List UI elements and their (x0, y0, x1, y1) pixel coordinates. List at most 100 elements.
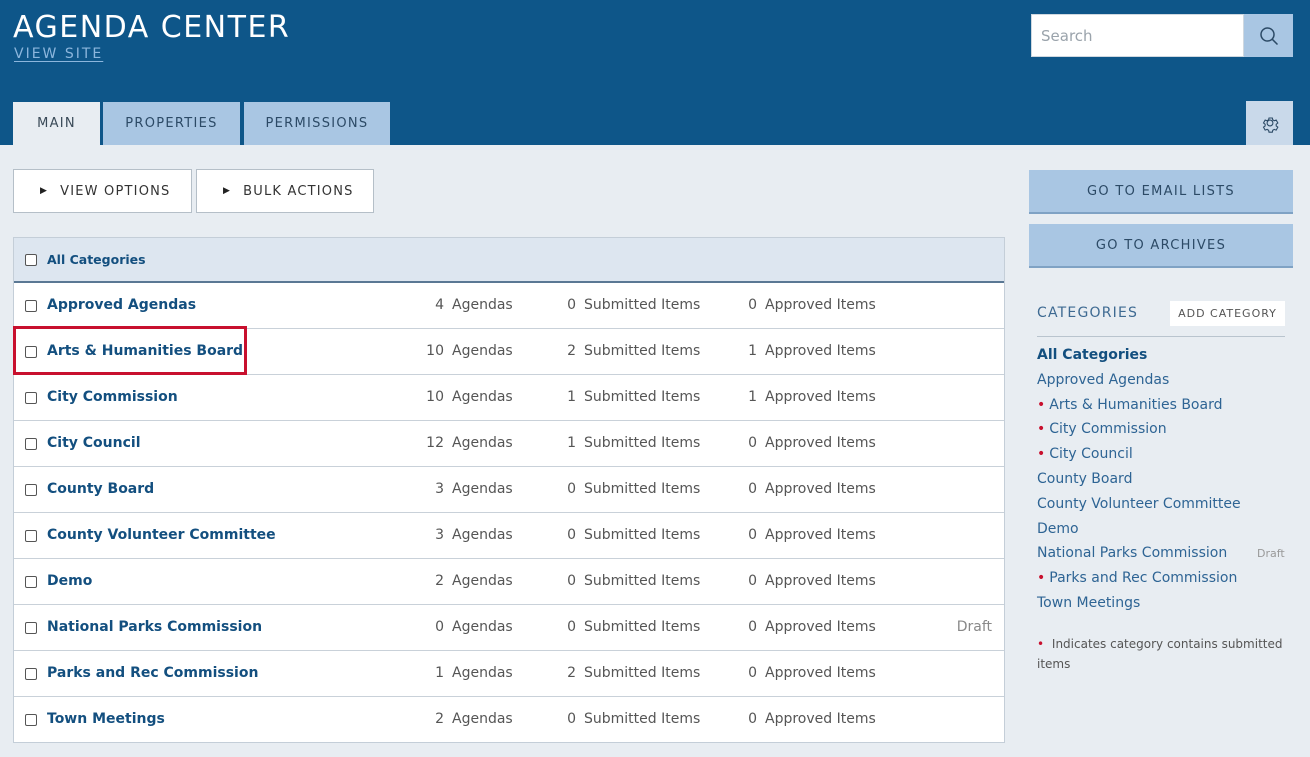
approved-count: 0 (748, 665, 757, 681)
tab-properties[interactable]: PROPERTIES (103, 102, 240, 145)
sidebar-category-label: Parks and Rec Commission (1049, 570, 1238, 587)
settings-button[interactable] (1246, 101, 1293, 145)
search-icon (1259, 26, 1278, 45)
caret-right-icon: ▶ (40, 186, 49, 196)
gear-icon (1262, 117, 1279, 133)
submitted-count: 0 (567, 711, 576, 727)
table-row: County Volunteer Committee 3 Agendas 0 Submi… (14, 513, 1004, 559)
table-row: Approved Agendas 4 Agendas 0 Submitted Items… (14, 283, 1004, 329)
bulk-actions-button[interactable]: ▶ BULK ACTIONS (196, 169, 374, 213)
sidebar-category-item[interactable]: • City Commission (1037, 421, 1167, 437)
approved-count: 0 (748, 619, 757, 635)
approved-label: Approved Items (765, 343, 876, 359)
go-to-email-lists-button[interactable]: GO TO EMAIL LISTS (1029, 170, 1293, 214)
category-name-link[interactable]: National Parks Commission (47, 619, 262, 635)
sidebar-category-item[interactable]: • Parks and Rec Commission (1037, 570, 1237, 586)
submitted-label: Submitted Items (584, 481, 701, 497)
sidebar-category-label: All Categories (1037, 347, 1148, 363)
divider (1037, 336, 1285, 337)
approved-label: Approved Items (765, 297, 876, 313)
category-name-link[interactable]: City Commission (47, 389, 178, 405)
row-checkbox[interactable] (25, 346, 37, 358)
categories-heading: CATEGORIES (1037, 305, 1139, 321)
category-name-link[interactable]: Parks and Rec Commission (47, 665, 258, 681)
agendas-count: 12 (426, 435, 444, 451)
search-button[interactable] (1244, 14, 1293, 57)
table-row: National Parks Commission 0 Agendas 0 Submit… (14, 605, 1004, 651)
agendas-count: 4 (435, 297, 444, 313)
submitted-label: Submitted Items (584, 435, 701, 451)
sidebar-category-label: County Volunteer Committee (1037, 495, 1241, 512)
submitted-label: Submitted Items (584, 389, 701, 405)
app-title: AGENDA CENTER (13, 10, 291, 45)
submitted-label: Submitted Items (584, 711, 701, 727)
row-checkbox[interactable] (25, 576, 37, 588)
row-checkbox[interactable] (25, 392, 37, 404)
category-name-link[interactable]: Approved Agendas (47, 297, 196, 313)
submitted-label: Submitted Items (584, 527, 701, 543)
sidebar-category-item[interactable]: County Board (1037, 471, 1132, 487)
submitted-count: 0 (567, 573, 576, 589)
approved-label: Approved Items (765, 665, 876, 681)
agendas-label: Agendas (452, 665, 513, 681)
agendas-count: 2 (435, 573, 444, 589)
submitted-count: 0 (567, 619, 576, 635)
agendas-label: Agendas (452, 619, 513, 635)
submitted-dot-icon: • (1037, 570, 1046, 587)
submitted-dot-icon: • (1037, 446, 1046, 463)
row-checkbox[interactable] (25, 484, 37, 496)
agendas-label: Agendas (452, 527, 513, 543)
row-checkbox[interactable] (25, 438, 37, 450)
row-checkbox[interactable] (25, 530, 37, 542)
table-row: County Board 3 Agendas 0 Submitted Items 0 App… (14, 467, 1004, 513)
add-category-button[interactable]: ADD CATEGORY (1170, 301, 1285, 326)
tab-permissions[interactable]: PERMISSIONS (244, 102, 390, 145)
select-all-checkbox[interactable] (25, 253, 37, 266)
sidebar-category-item[interactable]: • Arts & Humanities Board (1037, 397, 1222, 413)
submitted-count: 2 (567, 343, 576, 359)
category-name-link[interactable]: Town Meetings (47, 711, 165, 727)
agendas-label: Agendas (452, 435, 513, 451)
sidebar-category-item[interactable]: County Volunteer Committee (1037, 496, 1241, 512)
row-checkbox[interactable] (25, 622, 37, 634)
category-name-link[interactable]: City Council (47, 435, 141, 451)
sidebar-category-item[interactable]: Approved Agendas (1037, 372, 1169, 388)
go-to-archives-button[interactable]: GO TO ARCHIVES (1029, 224, 1293, 268)
approved-count: 0 (748, 435, 757, 451)
approved-count: 0 (748, 711, 757, 727)
category-name-link[interactable]: County Board (47, 481, 154, 497)
row-checkbox[interactable] (25, 714, 37, 726)
agendas-label: Agendas (452, 297, 513, 313)
approved-label: Approved Items (765, 711, 876, 727)
submitted-dot-icon: • (1037, 637, 1045, 651)
legend: • Indicates category contains submitted … (1037, 634, 1287, 674)
sidebar-category-item[interactable]: Demo (1037, 521, 1079, 537)
submitted-count: 0 (567, 481, 576, 497)
submitted-count: 1 (567, 389, 576, 405)
sidebar-category-item[interactable]: National Parks Commission (1037, 545, 1227, 561)
sidebar-category-item[interactable]: Town Meetings (1037, 595, 1140, 611)
search-input[interactable] (1032, 15, 1243, 56)
header-bar: AGENDA CENTER VIEW SITE MAIN PROPERTIES … (0, 0, 1310, 145)
view-site-link[interactable]: VIEW SITE (14, 46, 103, 62)
category-name-link[interactable]: Demo (47, 573, 92, 589)
sidebar-category-label: City Commission (1049, 421, 1167, 438)
sidebar-category-label: County Board (1037, 471, 1133, 487)
submitted-label: Submitted Items (584, 573, 701, 589)
table-row: City Council 12 Agendas 1 Submitted Items 0 Ap… (14, 421, 1004, 467)
row-checkbox[interactable] (25, 668, 37, 680)
row-checkbox[interactable] (25, 300, 37, 312)
category-name-link[interactable]: County Volunteer Committee (47, 527, 276, 543)
submitted-label: Submitted Items (584, 297, 701, 313)
sidebar-category-label: National Parks Commission (1037, 545, 1228, 562)
agendas-count: 1 (435, 665, 444, 681)
agendas-label: Agendas (452, 389, 513, 405)
sidebar-category-label: Town Meetings (1037, 595, 1141, 611)
category-name-link[interactable]: Arts & Humanities Board (47, 343, 243, 359)
sidebar-category-item[interactable]: All Categories (1037, 347, 1147, 363)
sidebar-category-item[interactable]: • City Council (1037, 446, 1133, 462)
view-options-button[interactable]: ▶ VIEW OPTIONS (13, 169, 192, 213)
tab-main[interactable]: MAIN (13, 102, 100, 145)
approved-label: Approved Items (765, 481, 876, 497)
submitted-count: 0 (567, 527, 576, 543)
